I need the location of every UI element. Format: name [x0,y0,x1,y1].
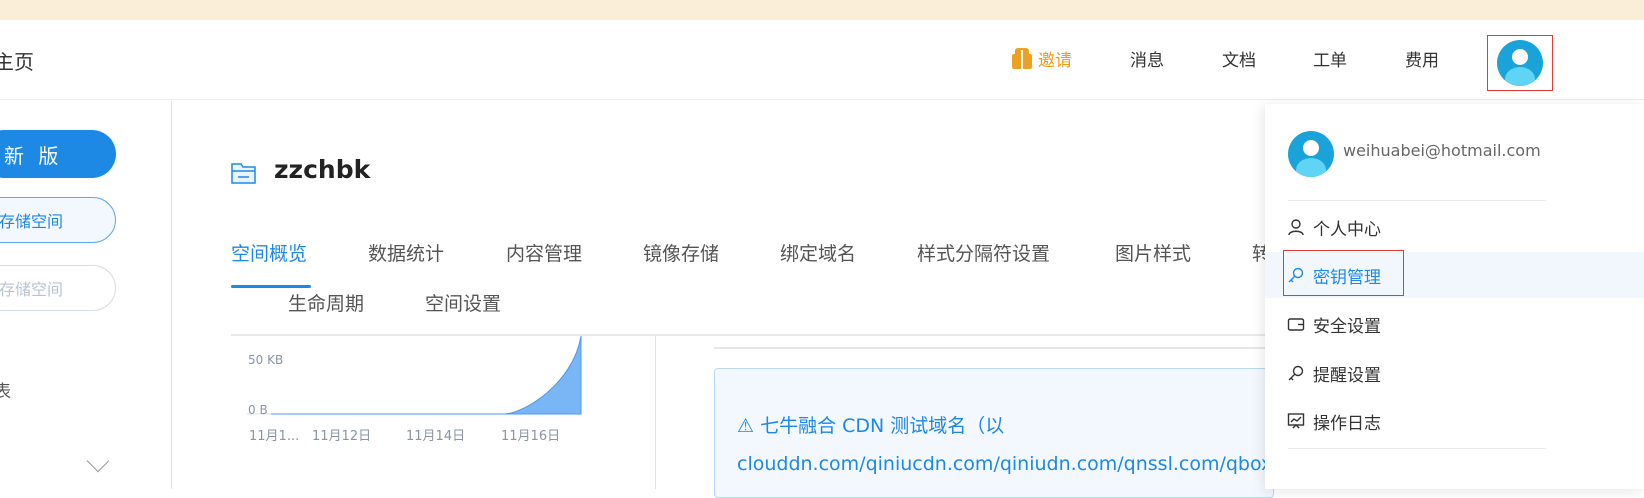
y-tick-label: 50 KB [248,353,283,367]
dropdown-divider [1288,200,1546,201]
tab-statistics[interactable]: 数据统计 [368,239,444,266]
top-bar: 主页 邀请 消息 文档 工单 费用 [0,20,1644,100]
user-icon [1288,219,1304,236]
nav-docs[interactable]: 文档 [1222,46,1256,71]
cdn-notice-title: ⚠ 七牛融合 CDN 测试域名（以 [737,415,1005,437]
cdn-notice-domains: clouddn.com/qiniucdn.com/qiniudn.com/qns… [737,453,1279,475]
series-area [271,336,582,415]
breadcrumb-home[interactable]: 主页 [0,46,34,75]
dropdown-avatar [1288,131,1334,177]
wallet-icon [1287,318,1305,331]
nav-tickets[interactable]: 工单 [1313,46,1347,71]
menu-item-profile[interactable]: 个人中心 [1265,204,1644,250]
menu-item-security[interactable]: 安全设置 [1265,301,1644,347]
account-email: weihuabei@hotmail.com [1343,141,1541,160]
menu-item-label: 提醒设置 [1313,365,1381,386]
tab-content[interactable]: 内容管理 [506,239,582,266]
tab-transcode[interactable]: 转码 [1252,239,1265,266]
sidebar-item-buckets[interactable]: 存储空间 [0,197,116,243]
x-tick-label: 11月12日 [312,429,371,444]
bucket-title: zzchbk [274,155,371,184]
x-tick-label: 11月14日 [406,429,465,444]
notice-bar [0,0,1644,20]
chevron-down-icon[interactable] [86,449,110,473]
tab-mirror[interactable]: 镜像存储 [643,239,719,266]
dropdown-divider [1288,448,1546,449]
tab-separator[interactable]: 样式分隔符设置 [917,239,1050,266]
keys-highlight-box [1283,250,1404,296]
new-version-button[interactable]: 新 版 [0,130,116,178]
chart-svg: 50 KB 0 B 11月1... 11月12日 11月14日 11月16日 [247,336,582,444]
x-tick-label: 11月16日 [501,429,560,444]
x-tick-label: 11月1... [249,429,299,444]
nav-billing[interactable]: 费用 [1405,46,1439,71]
storage-chart: 50 KB 0 B 11月1... 11月12日 11月14日 11月16日 [231,336,656,489]
avatar [1497,40,1543,86]
bell-key-icon [1288,365,1304,381]
account-dropdown: weihuabei@hotmail.com 个人中心 密钥管理 安全设置 提醒设… [1265,104,1644,489]
menu-item-logs[interactable]: 操作日志 [1265,398,1644,444]
y-tick-label: 0 B [248,403,268,417]
invite-link[interactable]: 邀请 [1012,46,1072,71]
sidebar: 新 版 存储空间 存储空间 列表 [0,101,172,489]
active-tab-indicator [231,285,311,288]
nav-messages[interactable]: 消息 [1130,46,1164,71]
section-divider [714,347,1265,349]
bucket-search-input[interactable]: 存储空间 [0,265,116,311]
tab-domains[interactable]: 绑定域名 [780,239,856,266]
log-icon [1287,413,1305,429]
user-avatar-button[interactable] [1487,35,1553,91]
menu-item-label: 个人中心 [1313,219,1381,240]
menu-item-label: 安全设置 [1313,316,1381,337]
tab-overview[interactable]: 空间概览 [231,239,307,266]
menu-item-label: 操作日志 [1313,413,1381,434]
invite-label: 邀请 [1038,51,1072,71]
menu-item-reminders[interactable]: 提醒设置 [1265,350,1644,396]
tab-lifecycle[interactable]: 生命周期 [288,289,364,316]
gift-icon [1012,48,1032,69]
tab-space-settings[interactable]: 空间设置 [425,289,501,316]
bucket-icon [231,163,256,184]
cdn-test-domain-notice: ⚠ 七牛融合 CDN 测试域名（以 clouddn.com/qiniucdn.c… [714,368,1278,498]
tab-image-style[interactable]: 图片样式 [1115,239,1191,266]
sidebar-item-list[interactable]: 列表 [0,377,11,402]
